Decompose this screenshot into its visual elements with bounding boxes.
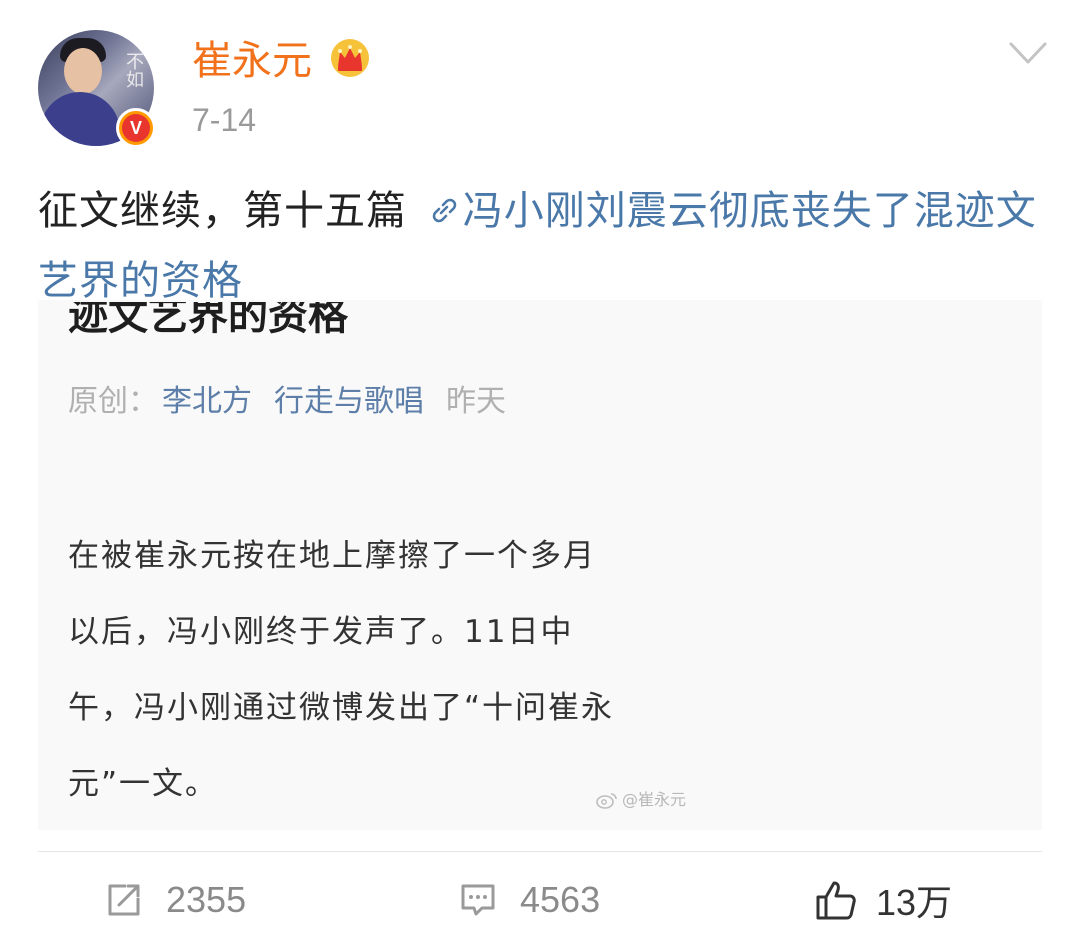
post-text: 征文继续，第十五篇 冯小刚刘震云彻底丧失了混迹文艺界的资格 [38,176,1038,316]
username[interactable]: 崔永元 [192,36,312,86]
post-time: 7-14 [192,102,257,138]
like-button[interactable]: 13万 [814,872,952,928]
paragraph-line: 以后，冯小刚终于发声了。11日中 [68,614,574,650]
meta-date: 昨天 [446,384,506,419]
article-paragraph: 在被崔永元按在地上摩擦了一个多月 以后，冯小刚终于发声了。11日中 午，冯小刚通… [68,518,708,822]
comment-icon [461,884,495,916]
watermark: @崔永元 [596,790,686,810]
repost-count: 2355 [166,879,247,920]
meta-author: 李北方 [162,384,252,419]
article-title-text: 迹文艺界的资格 [68,302,348,339]
crown-icon [331,39,369,77]
meta-label: 原创： [68,384,158,419]
avatar-face [64,48,102,94]
divider [38,851,1042,852]
paragraph-line: 在被崔永元按在地上摩擦了一个多月 [68,538,596,574]
avatar-shoulder [40,92,120,146]
comment-count: 4563 [520,879,601,920]
repost-icon [108,884,140,916]
thumbs-up-icon [816,881,856,920]
like-count: 13万 [876,882,953,923]
verified-badge-letter: V [122,114,150,142]
comment-button[interactable]: 4563 [458,872,600,928]
article-meta: 原创： 李北方 行走与歌唱 昨天 [68,382,506,422]
meta-account: 行走与歌唱 [274,384,424,419]
verified-badge: V [116,108,156,148]
weibo-logo-icon [596,793,617,809]
chevron-down-icon[interactable] [1008,40,1048,68]
paragraph-line: 元”一文。 [68,766,219,802]
avatar-calligraphy: 不如 [123,52,144,88]
post-text-prefix: 征文继续，第十五篇 [38,188,421,234]
article-title-fragment: 迹文艺界的资格 [68,302,348,342]
article-image[interactable]: 迹文艺界的资格 原创： 李北方 行走与歌唱 昨天 在被崔永元按在地上摩擦了一个多月 以… [38,300,1042,830]
repost-button[interactable]: 2355 [104,872,246,928]
link-icon [432,198,456,223]
paragraph-line: 午，冯小刚通过微博发出了“十问崔永 [68,690,615,726]
watermark-text: @崔永元 [622,790,687,809]
